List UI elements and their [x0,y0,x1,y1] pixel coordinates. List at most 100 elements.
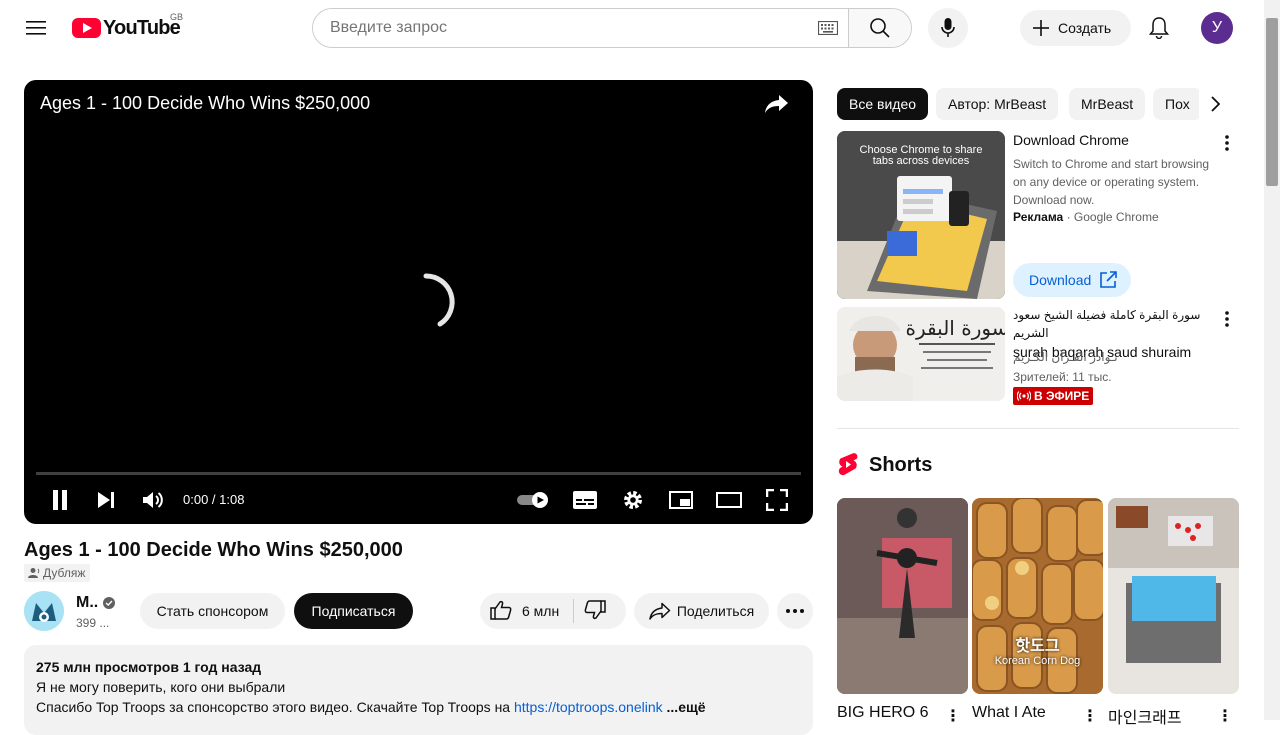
shorts-header: Shorts [837,452,932,478]
like-dislike-group: 6 млн [480,593,626,629]
mic-button[interactable] [928,8,968,48]
chip-more[interactable]: Пох [1153,88,1202,120]
related-channel[interactable]: نـوادر القـرآن الكـريم [1013,350,1118,364]
related-views: Зрителей: 11 тыс. [1013,370,1112,384]
keyboard-icon[interactable] [808,9,848,47]
download-button[interactable]: Download [1013,263,1131,297]
dub-badge: Дубляж [24,564,91,582]
shorts-title: Shorts [869,453,933,476]
related-title-ar: سورة البقرة كاملة فضيلة الشيخ سعود الشري… [1013,308,1201,340]
related-menu-icon[interactable] [1215,307,1239,331]
description-line-2-text: Спасибо Top Troops за спонсорство этого … [36,699,514,715]
live-label: В ЭФИРЕ [1034,389,1090,403]
chip-all-videos[interactable]: Все видео [837,88,929,120]
ad-label: Реклама [1013,210,1064,224]
settings-gear-icon[interactable] [615,484,651,516]
description-meta: 275 млн просмотров 1 год назад [36,659,262,675]
channel-avatar[interactable] [24,591,64,631]
scrollbar-thumb[interactable] [1266,18,1278,186]
page-scrollbar[interactable] [1264,0,1280,720]
filter-chips: Все видео Автор: MrBeast MrBeast Пох [837,88,1239,120]
chip-author[interactable]: Автор: MrBeast [936,88,1059,120]
description-line-2: Спасибо Top Troops за спонсорство этого … [36,697,801,717]
like-icon[interactable] [490,600,512,623]
ad-thumb-text: Choose Chrome to share tabs across devic… [859,144,983,167]
share-icon [649,602,671,620]
short-thumbnail-3[interactable] [1108,498,1239,694]
notifications-bell-icon[interactable] [1139,8,1179,48]
search-button[interactable] [848,9,911,47]
short-menu-icon-3[interactable]: ⋮ [1217,706,1233,726]
ad-description: Switch to Chrome and start browsing on a… [1013,157,1210,207]
fullscreen-icon[interactable] [759,484,795,516]
shorts-icon [838,453,858,476]
mic-icon [941,18,955,37]
channel-subscribers: 399 ... [76,616,110,630]
search-icon [870,18,890,38]
short-menu-icon-1[interactable]: ⋮ [945,706,961,726]
like-count[interactable]: 6 млн [522,603,559,619]
account-avatar[interactable]: У [1201,12,1233,44]
time-display: 0:00 / 1:08 [183,492,245,507]
channel-name[interactable]: M.. [76,594,98,612]
short-menu-icon-2[interactable]: ⋮ [1082,706,1098,726]
autoplay-toggle[interactable] [514,484,554,516]
ad-thumbnail[interactable]: Choose Chrome to share tabs across devic… [837,131,1005,299]
subtitles-icon[interactable] [567,484,603,516]
loading-spinner-icon [423,273,455,327]
country-code: GB [170,12,184,22]
top-bar: YouTube GB Создать У [0,0,1264,56]
short-title-3[interactable]: 마인크래프 [1108,704,1208,728]
ad-menu-icon[interactable] [1215,131,1239,155]
search-input[interactable] [313,9,808,47]
miniplayer-icon[interactable] [663,484,699,516]
create-button[interactable]: Создать [1020,10,1131,46]
external-link-icon [1100,271,1118,288]
description-link[interactable]: https://toptroops.onelink [514,699,663,715]
youtube-play-icon [72,18,101,38]
more-actions-icon[interactable] [777,593,813,629]
dislike-icon[interactable] [584,599,606,623]
youtube-logo[interactable]: YouTube GB [72,12,183,40]
share-label: Поделиться [676,603,755,619]
chip-mrbeast[interactable]: MrBeast [1069,88,1146,120]
description-box[interactable]: 275 млн просмотров 1 год назад Я не могу… [24,645,813,735]
ad-title[interactable]: Download Chrome [1013,132,1129,148]
share-button[interactable]: Поделиться [634,593,769,629]
live-broadcast-icon [1017,391,1031,401]
player-overlay-title[interactable]: Ages 1 - 100 Decide Who Wins $250,000 [40,93,370,114]
like-separator [573,599,575,623]
download-label: Download [1029,272,1092,288]
create-label: Создать [1058,20,1112,36]
short-2-overlay-en: Korean Corn Dog [994,655,1081,667]
subscribe-button[interactable]: Подписаться [294,593,413,629]
sponsor-button[interactable]: Стать спонсором [140,593,285,629]
pause-icon[interactable] [42,484,78,516]
svg-text:سورة البقرة: سورة البقرة [906,316,1005,340]
related-video-thumbnail[interactable]: سورة البقرة [837,307,1005,401]
dub-person-icon [28,568,40,578]
short-thumbnail-2[interactable]: 핫도그 Korean Corn Dog [972,498,1103,694]
theater-mode-icon[interactable] [711,484,747,516]
search-box [312,8,912,48]
description-more[interactable]: ...ещё [667,699,706,715]
section-divider [837,428,1239,429]
dub-label: Дубляж [43,566,86,580]
video-player[interactable]: Ages 1 - 100 Decide Who Wins $250,000 0:… [24,80,813,524]
description-line-1: Я не могу поверить, кого они выбрали [36,679,286,695]
plus-icon [1033,20,1049,36]
short-thumbnail-1[interactable] [837,498,968,694]
chevron-right-icon[interactable] [1199,88,1231,120]
progress-bar[interactable] [36,472,801,475]
ad-meta: Реклама · Google Chrome [1013,210,1159,224]
logo-text: YouTube [103,16,181,39]
menu-icon[interactable] [20,12,52,44]
live-badge: В ЭФИРЕ [1013,387,1094,405]
volume-icon[interactable] [135,484,171,516]
next-icon[interactable] [88,484,124,516]
short-2-overlay-ko: 핫도그 [1015,638,1060,655]
player-share-icon[interactable] [764,93,790,120]
short-title-1[interactable]: BIG HERO 6 [837,704,937,722]
verified-icon [103,596,115,614]
short-title-2[interactable]: What I Ate [972,704,1072,722]
